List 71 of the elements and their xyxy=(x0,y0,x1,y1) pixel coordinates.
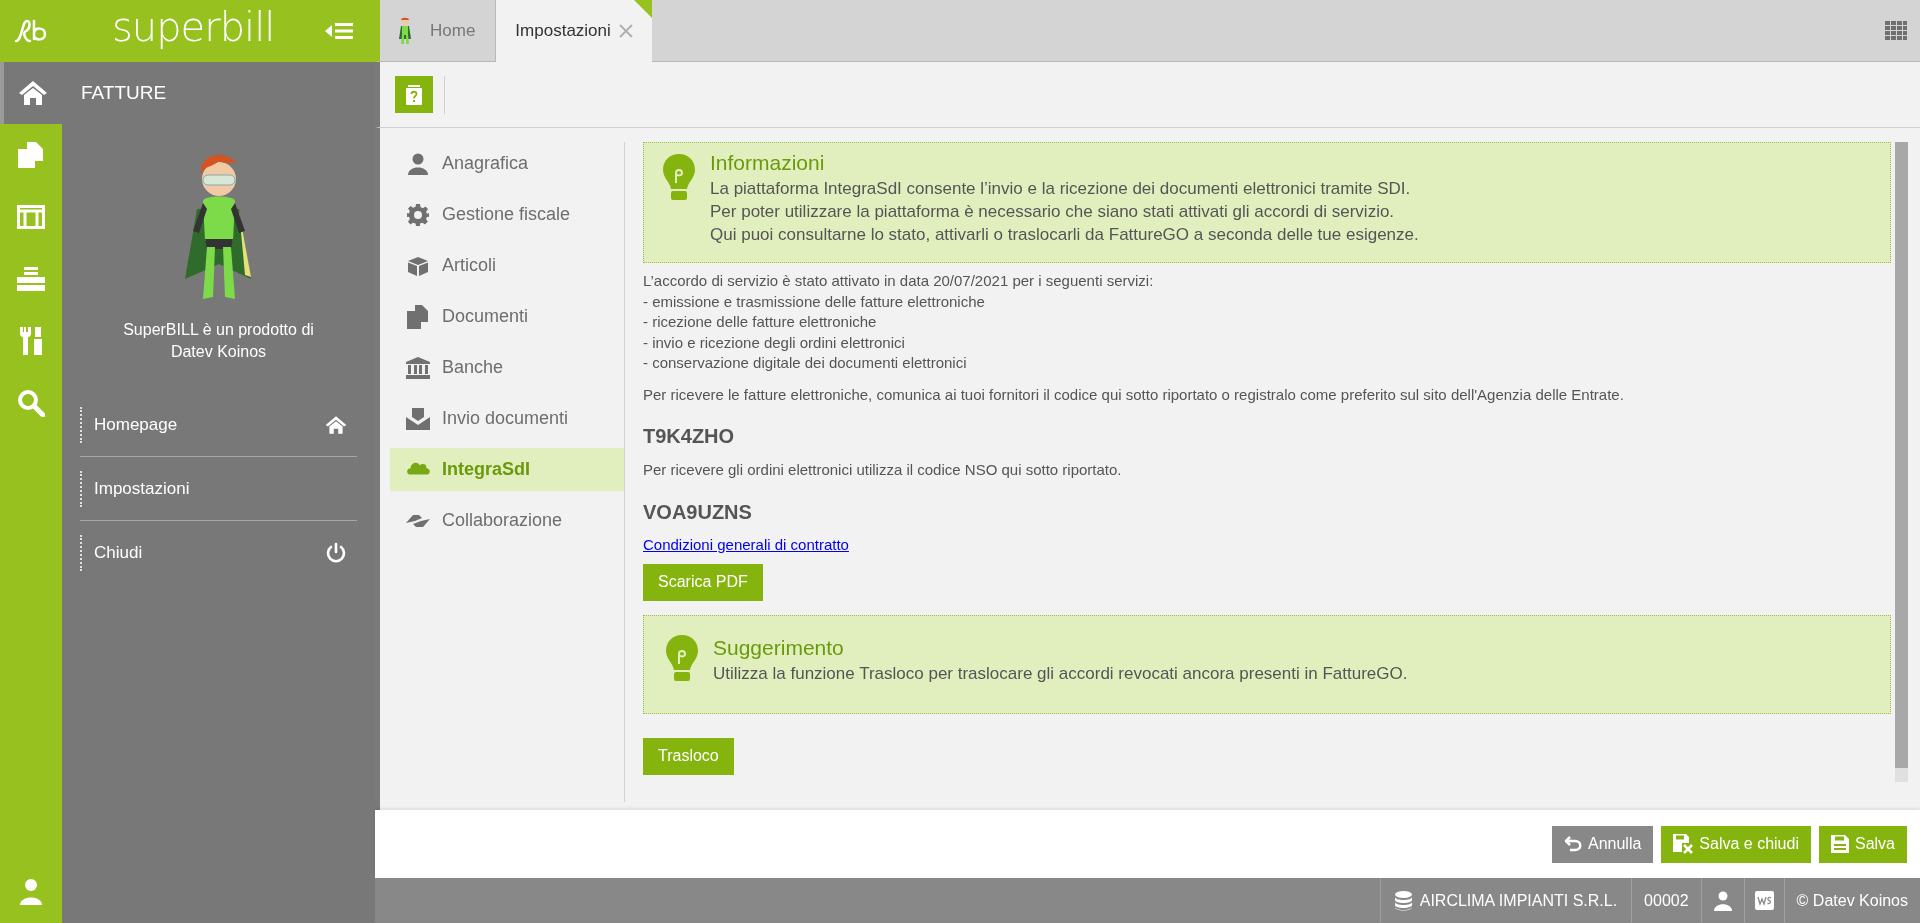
database-icon xyxy=(1394,890,1412,911)
help-icon xyxy=(406,84,422,105)
mascot-icon xyxy=(398,16,412,45)
settings-nav-item[interactable]: Anagrafica xyxy=(390,142,624,185)
save-close-button[interactable]: Salva e chiudi xyxy=(1661,825,1811,863)
settings-nav-item[interactable]: Invio documenti xyxy=(390,397,624,440)
tab-corner-icon xyxy=(633,0,652,18)
person-icon xyxy=(406,152,430,175)
printer-icon xyxy=(17,266,45,292)
close-icon[interactable] xyxy=(618,24,633,38)
lightbulb-icon xyxy=(662,153,696,201)
order-note: Per ricevere gli ordini elettronici utilizza il codice NSO qui sotto riportato. xyxy=(643,460,1123,480)
settings-nav-item[interactable]: Articoli xyxy=(390,244,624,287)
settings-nav-item[interactable]: Documenti xyxy=(390,295,624,338)
search-icon xyxy=(17,389,45,417)
home-nav-button[interactable] xyxy=(0,62,62,124)
table-icon xyxy=(17,205,45,229)
sidebar-menu-item[interactable]: Impostazioni xyxy=(80,470,357,507)
save-button[interactable]: Salva xyxy=(1818,825,1907,863)
envelope-icon xyxy=(406,407,430,430)
tab[interactable]: Impostazioni xyxy=(496,0,652,62)
settings-nav-item[interactable]: Gestione fiscale xyxy=(390,193,624,236)
power-icon xyxy=(325,542,347,564)
credit-text: SuperBILL è un prodotto di Datev Koinos xyxy=(122,320,315,362)
info-title: Informazioni xyxy=(710,150,826,176)
service-item: - conservazione digitale dei documenti elettronici xyxy=(643,353,968,373)
service-item: - invio e ricezione degli ordini elettronici xyxy=(643,332,906,353)
tip-title: Suggerimento xyxy=(713,634,845,661)
status-company: AIRCLIMA IMPIANTI S.R.L. xyxy=(1379,878,1632,923)
home-icon xyxy=(18,80,48,106)
documents-icon xyxy=(17,141,45,169)
home-icon xyxy=(325,414,347,435)
move-button[interactable]: Trasloco xyxy=(643,737,734,775)
info-text: La piattaforma IntegraSdI consente l’invio e la ricezione dei documenti elettronici tramite SDI. xyxy=(710,178,1412,200)
user-icon[interactable] xyxy=(19,878,43,906)
save-close-icon xyxy=(1673,834,1694,854)
order-code: VOA9UZNS xyxy=(643,499,753,525)
settings-nav-item[interactable]: IntegraSdI xyxy=(390,448,624,491)
help-button[interactable] xyxy=(395,76,433,113)
documents-icon xyxy=(406,304,430,329)
copyright-text: © Datev Koinos xyxy=(1796,890,1908,911)
save-icon xyxy=(1830,835,1849,853)
settings-icon xyxy=(406,203,430,226)
info-text: Per poter utilizzare la piattaforma è necessario che siano stati attivati gli accordi di servizio. xyxy=(710,201,1396,223)
superbill-logo: superbill xyxy=(112,7,275,47)
ws-icon[interactable] xyxy=(1754,891,1774,910)
logo-icon xyxy=(14,19,48,43)
info-text: Qui puoi consultarne lo stato, attivarli o traslocarli da FattureGO a seconda delle tue esigenze. xyxy=(710,224,1419,246)
agreement-text: L’accordo di servizio è stato attivato in data 20/07/2021 per i seguenti servizi: xyxy=(643,271,1155,291)
tip-text: Utilizza la funzione Trasloco per traslocare gli accordi revocati ancora presenti in FattureGO. xyxy=(713,662,1408,685)
section-title: FATTURE xyxy=(81,80,167,105)
company-code: 00002 xyxy=(1644,890,1689,911)
contract-link[interactable]: Condizioni generali di contratto xyxy=(643,535,849,553)
collapse-menu-icon[interactable] xyxy=(325,22,353,40)
invoice-code: T9K4ZHO xyxy=(643,424,736,449)
lightbulb-icon xyxy=(665,633,699,682)
service-item: - ricezione delle fatture elettroniche xyxy=(643,312,878,332)
settings-nav-item[interactable]: Banche xyxy=(390,346,624,389)
settings-nav-item[interactable]: Collaborazione xyxy=(390,499,624,542)
sidebar-menu-item[interactable]: Homepage xyxy=(80,406,357,443)
service-item: - emissione e trasmissione delle fatture elettroniche xyxy=(643,291,986,312)
invoice-note: Per ricevere le fatture elettroniche, comunica ai tuoi fornitori il codice qui sotto riportato o registralo come preferito sul sito dell'Agenzia delle Entrate. xyxy=(643,384,1625,405)
undo-button[interactable]: Annulla xyxy=(1551,825,1654,863)
download-pdf-button[interactable]: Scarica PDF xyxy=(643,563,763,601)
sidebar-menu-item[interactable]: Chiudi xyxy=(80,535,357,571)
undo-icon xyxy=(1563,836,1582,852)
package-icon xyxy=(406,255,430,276)
bank-icon xyxy=(406,356,430,379)
apps-grid-icon[interactable] xyxy=(1885,20,1907,41)
user-icon[interactable] xyxy=(1713,890,1732,911)
tools-icon xyxy=(18,326,44,356)
